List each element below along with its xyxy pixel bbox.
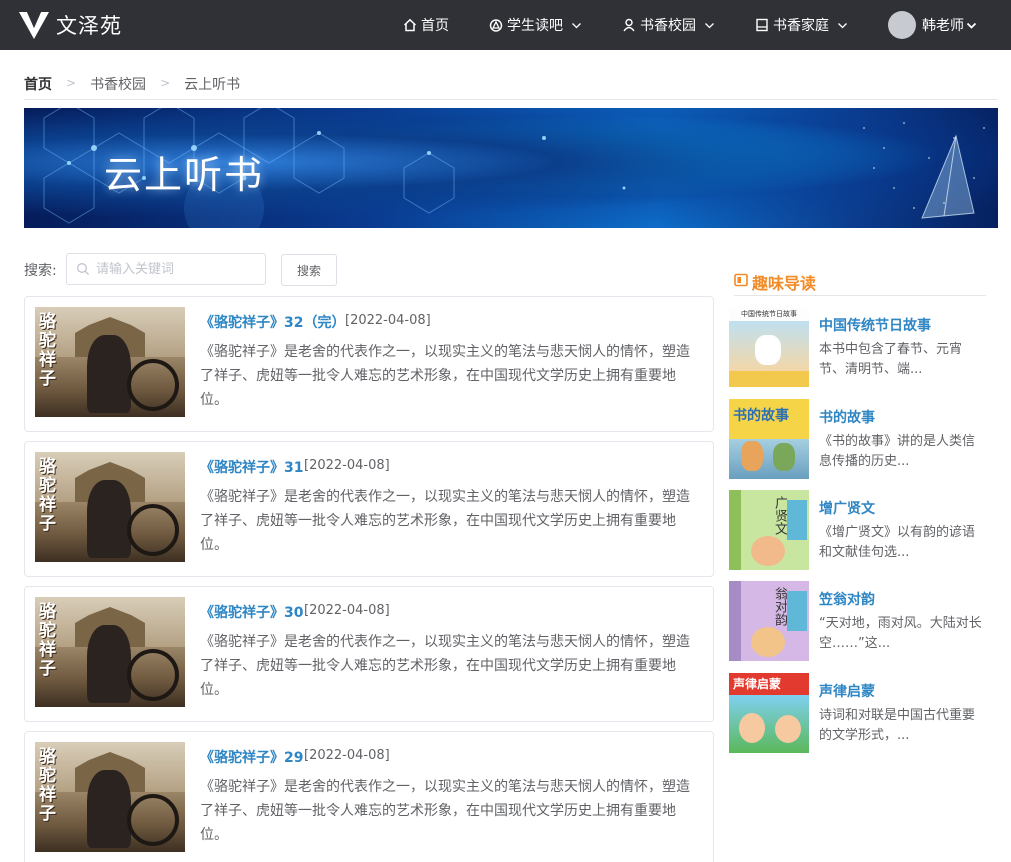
sidebar-book-item[interactable]: 声律启蒙 声律启蒙 诗词和对联是中国古代重要的文学形式，... (729, 673, 989, 753)
sidebar-book-title[interactable]: 书的故事 (819, 407, 875, 427)
item-date: [2022-04-08] (304, 603, 390, 618)
chevron-down-icon (705, 22, 714, 28)
nav-item-campus[interactable]: 书香校园 (622, 0, 715, 50)
nav-item-home[interactable]: 首页 (403, 0, 449, 50)
chevron-down-icon (966, 22, 977, 29)
banner-title: 云上听书 (104, 153, 265, 197)
item-description: 《骆驼祥子》是老舍的代表作之一，以现实主义的笔法与悲天悯人的情怀，塑造了祥子、虎… (200, 634, 690, 698)
top-nav-bar: 文泽苑 首页 学生读吧 书香校园 书香家庭 韩老师 (0, 0, 1011, 50)
cover-text: 书的故事 (733, 408, 789, 424)
search-label: 搜索: (24, 263, 57, 279)
book-thumbnail: 骆驼祥子 (35, 452, 185, 562)
thumbnail-text: 骆驼祥子 (39, 312, 56, 389)
book-cover: 中国传统节日故事 (729, 307, 809, 387)
sidebar-heading-text: 趣味导读 (752, 274, 817, 293)
item-date: [2022-04-08] (304, 458, 390, 473)
item-date: [2022-04-08] (345, 313, 431, 328)
user-menu[interactable]: 韩老师 (888, 11, 977, 39)
book-cover: 广贤文 (729, 490, 809, 570)
breadcrumb-separator: > (160, 76, 171, 90)
nav-item-label: 首页 (421, 18, 449, 34)
sidebar-book-desc: 本书中包含了春节、元宵节、清明节、端... (819, 342, 963, 377)
thumbnail-text: 骆驼祥子 (39, 747, 56, 824)
sidebar-book-title[interactable]: 增广贤文 (819, 498, 875, 518)
thumbnail-text: 骆驼祥子 (39, 457, 56, 534)
sidebar-book-item[interactable]: 广贤文 增广贤文 《增广贤文》以有韵的谚语和文献佳句选... (729, 490, 989, 570)
sidebar-book-item[interactable]: 翁对韵 笠翁对韵 “天对地，雨对风。大陆对长空……”这... (729, 581, 989, 661)
cover-text: 中国传统节日故事 (741, 310, 797, 318)
sidebar-book-item[interactable]: 中国传统节日故事 中国传统节日故事 本书中包含了春节、元宵节、清明节、端... (729, 307, 989, 387)
search-input[interactable] (96, 261, 256, 277)
thumbnail-text: 骆驼祥子 (39, 602, 56, 679)
sidebar-heading: 趣味导读 (734, 270, 986, 296)
search-input-box[interactable] (66, 253, 266, 285)
item-description: 《骆驼祥子》是老舍的代表作之一，以现实主义的笔法与悲天悯人的情怀，塑造了祥子、虎… (200, 344, 690, 408)
list-item[interactable]: 骆驼祥子 《骆驼祥子》32（完） [2022-04-08] 《骆驼祥子》是老舍的… (24, 296, 714, 432)
cover-text: 广贤文 (772, 496, 787, 535)
item-title-link[interactable]: 《骆驼祥子》31 (200, 457, 303, 477)
v-logo-icon (19, 12, 49, 39)
nav-item-label: 书香校园 (640, 18, 696, 34)
nav-menu: 首页 学生读吧 书香校园 书香家庭 韩老师 (403, 0, 1011, 50)
brand-logo[interactable]: 文泽苑 (18, 9, 122, 41)
sidebar-book-desc: 诗词和对联是中国古代重要的文学形式，... (819, 708, 976, 743)
breadcrumb-campus[interactable]: 书香校园 (90, 74, 146, 94)
chevron-down-icon (838, 22, 847, 28)
user-name: 韩老师 (922, 18, 964, 34)
home-icon (403, 18, 417, 32)
nav-item-student-reading[interactable]: 学生读吧 (489, 0, 582, 50)
sidebar-book-title[interactable]: 中国传统节日故事 (819, 315, 931, 335)
list-item[interactable]: 骆驼祥子 《骆驼祥子》30 [2022-04-08] 《骆驼祥子》是老舍的代表作… (24, 586, 714, 722)
breadcrumb: 首页 > 书香校园 > 云上听书 (24, 74, 998, 100)
brand-name: 文泽苑 (56, 14, 122, 38)
book-thumbnail: 骆驼祥子 (35, 742, 185, 852)
book-thumbnail: 骆驼祥子 (35, 307, 185, 417)
breadcrumb-current: 云上听书 (184, 77, 241, 93)
item-title-link[interactable]: 《骆驼祥子》29 (200, 747, 303, 767)
sidebar-book-title[interactable]: 笠翁对韵 (819, 589, 875, 609)
list-item[interactable]: 骆驼祥子 《骆驼祥子》31 [2022-04-08] 《骆驼祥子》是老舍的代表作… (24, 441, 714, 577)
search-icon (77, 263, 89, 275)
nav-item-family[interactable]: 书香家庭 (755, 0, 848, 50)
nav-item-label: 学生读吧 (507, 18, 563, 34)
book-icon (756, 18, 768, 32)
book-cover: 翁对韵 (729, 581, 809, 661)
breadcrumb-home[interactable]: 首页 (24, 74, 52, 94)
page-banner: 云上听书 (24, 108, 998, 228)
book-cover: 声律启蒙 (729, 673, 809, 753)
search-button[interactable]: 搜索 (281, 254, 337, 286)
sidebar-book-desc: 《增广贤文》以有韵的谚语和文献佳句选... (819, 525, 976, 560)
cover-text: 声律启蒙 (733, 677, 782, 691)
book-cover: 书的故事 (729, 399, 809, 479)
item-date: [2022-04-08] (304, 748, 390, 763)
chevron-down-icon (572, 22, 581, 28)
book-thumbnail: 骆驼祥子 (35, 597, 185, 707)
cover-text: 翁对韵 (772, 587, 787, 626)
user-icon (623, 18, 635, 32)
item-title-link[interactable]: 《骆驼祥子》30 (200, 602, 303, 622)
sidebar-book-desc: 《书的故事》讲的是人类信息传播的历史... (819, 434, 976, 469)
breadcrumb-separator: > (66, 76, 77, 90)
list-item[interactable]: 骆驼祥子 《骆驼祥子》29 [2022-04-08] 《骆驼祥子》是老舍的代表作… (24, 731, 714, 862)
nav-item-label: 书香家庭 (773, 18, 829, 34)
sidebar-book-title[interactable]: 声律启蒙 (819, 681, 875, 701)
item-description: 《骆驼祥子》是老舍的代表作之一，以现实主义的笔法与悲天悯人的情怀，塑造了祥子、虎… (200, 489, 690, 553)
sidebar-book-item[interactable]: 书的故事 书的故事 《书的故事》讲的是人类信息传播的历史... (729, 399, 989, 479)
reading-guide-icon (734, 273, 748, 287)
item-title-link[interactable]: 《骆驼祥子》32（完） (200, 312, 345, 332)
triangle-logo-icon (489, 19, 503, 32)
sidebar-book-desc: “天对地，雨对风。大陆对长空……”这... (819, 616, 982, 651)
item-description: 《骆驼祥子》是老舍的代表作之一，以现实主义的笔法与悲天悯人的情怀，塑造了祥子、虎… (200, 779, 690, 843)
avatar (888, 11, 916, 39)
